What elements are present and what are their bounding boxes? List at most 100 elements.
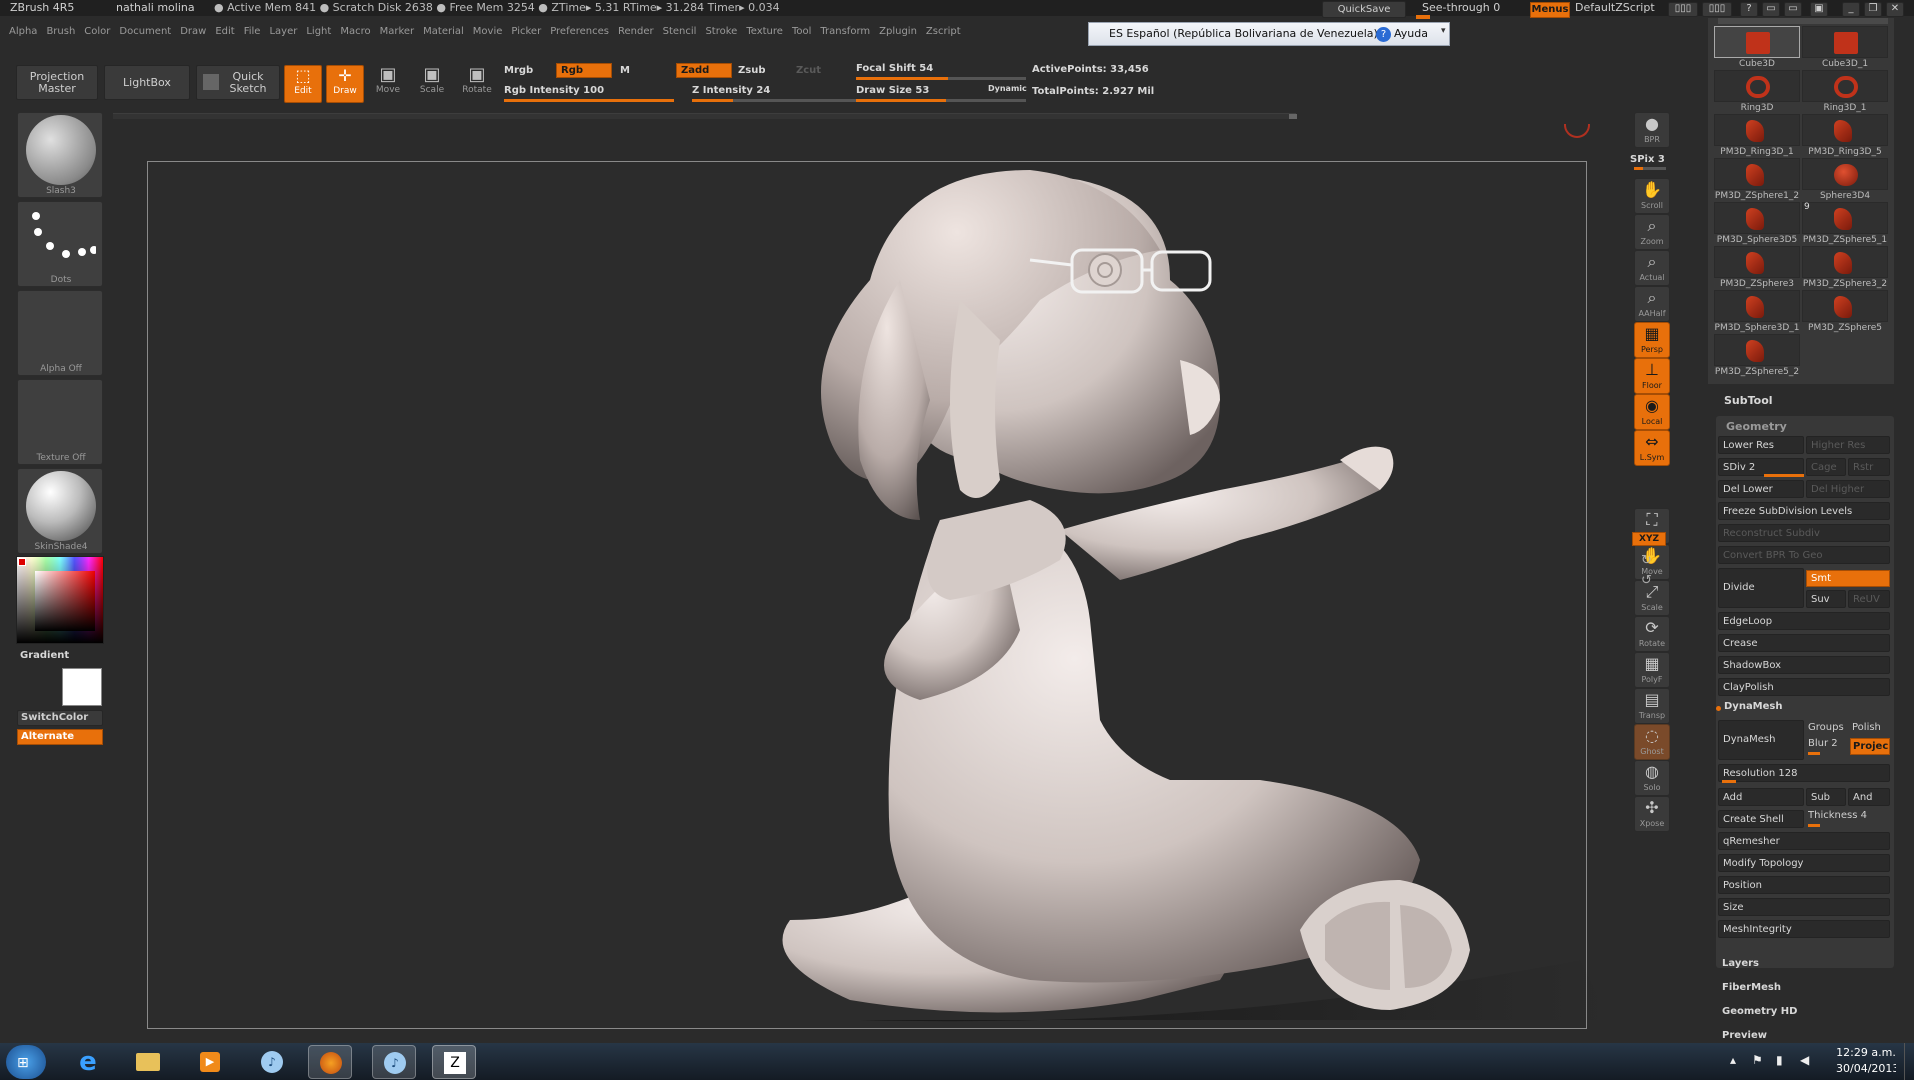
tool-thumb[interactable]: Ring3D: [1714, 70, 1800, 114]
dynamesh-header[interactable]: DynaMesh: [1724, 701, 1783, 712]
del-higher-button[interactable]: Del Higher: [1806, 480, 1890, 498]
position-button[interactable]: Position: [1718, 876, 1890, 894]
color-cursor-icon[interactable]: [18, 558, 26, 566]
tray-network-icon[interactable]: ▮: [1776, 1053, 1783, 1067]
options-icon[interactable]: ▾: [1441, 26, 1446, 36]
add-button[interactable]: Add: [1718, 788, 1804, 806]
minimize-icon[interactable]: _: [1842, 2, 1860, 17]
crease-button[interactable]: Crease: [1718, 634, 1890, 652]
quick-sketch-button[interactable]: Quick Sketch: [196, 65, 280, 100]
xyz-button[interactable]: XYZ: [1632, 532, 1666, 546]
tray-arrow-icon[interactable]: ▴: [1730, 1053, 1736, 1067]
polish-toggle[interactable]: Polish: [1852, 722, 1881, 733]
tool-thumb[interactable]: PM3D_Ring3D_5: [1802, 114, 1888, 158]
menu-document[interactable]: Document: [119, 26, 171, 37]
project-toggle[interactable]: Projec: [1850, 738, 1890, 755]
suv-toggle[interactable]: Suv: [1806, 590, 1846, 608]
rotate-button[interactable]: ▣ Rotate: [458, 65, 496, 103]
tool-thumb[interactable]: PM3D_ZSphere3: [1714, 246, 1800, 290]
secondary-color-swatch[interactable]: [62, 668, 102, 706]
tray-volume-icon[interactable]: ◀: [1800, 1053, 1809, 1067]
groups-toggle[interactable]: Groups: [1808, 722, 1844, 733]
scale-view-button[interactable]: ⤢ Scale: [1634, 580, 1670, 616]
language-bar[interactable]: ES Español (República Bolivariana de Ven…: [1088, 22, 1450, 46]
subtool-header[interactable]: SubTool: [1724, 394, 1773, 407]
alternate-button[interactable]: Alternate: [17, 729, 103, 745]
rotate-y-icon[interactable]: ↻: [1641, 553, 1652, 568]
menu-layer[interactable]: Layer: [269, 26, 297, 37]
zcut-button[interactable]: Zcut: [796, 65, 821, 76]
divide-button[interactable]: Divide: [1718, 568, 1804, 608]
tool-thumb[interactable]: PM3D_ZSphere5_2: [1714, 334, 1800, 378]
tool-thumb[interactable]: PM3D_Sphere3D5: [1714, 202, 1800, 246]
tool-thumb[interactable]: PM3D_ZSphere5: [1802, 290, 1888, 334]
aahalf-button[interactable]: ⌕ AAHalf: [1634, 286, 1670, 322]
internet-explorer-icon[interactable]: e: [66, 1045, 110, 1079]
zbrush-taskbar-icon[interactable]: Z: [432, 1045, 476, 1079]
menu-toggle-icon[interactable]: ▯▯▯: [1668, 2, 1698, 17]
menu-marker[interactable]: Marker: [380, 26, 415, 37]
spix-setting[interactable]: SPix 3: [1630, 154, 1665, 165]
bpr-button[interactable]: ● BPR: [1634, 112, 1670, 148]
tool-thumb[interactable]: Sphere3D4: [1802, 158, 1888, 202]
preview-header[interactable]: Preview: [1722, 1030, 1767, 1041]
menu-tool[interactable]: Tool: [792, 26, 811, 37]
modify-topology-button[interactable]: Modify Topology: [1718, 854, 1890, 872]
actual-button[interactable]: ⌕ Actual: [1634, 250, 1670, 286]
brush-selector[interactable]: Slash3: [17, 112, 103, 198]
rstr-button[interactable]: Rstr: [1848, 458, 1890, 476]
menu-zplugin[interactable]: Zplugin: [879, 26, 917, 37]
explorer-icon[interactable]: [126, 1045, 170, 1079]
canvas-scrollbar[interactable]: [113, 113, 1297, 119]
freeze-subdivision-button[interactable]: Freeze SubDivision Levels: [1718, 502, 1890, 520]
zsub-button[interactable]: Zsub: [738, 65, 765, 76]
help-icon[interactable]: ?: [1740, 2, 1758, 17]
tool-thumb[interactable]: PM3D_ZSphere3_2: [1802, 246, 1888, 290]
size-button[interactable]: Size: [1718, 898, 1890, 916]
menu-brush[interactable]: Brush: [46, 26, 75, 37]
media-player-icon[interactable]: ▶: [188, 1045, 232, 1079]
color-picker[interactable]: [16, 556, 104, 644]
reuv-button[interactable]: ReUV: [1848, 590, 1890, 608]
menus-button[interactable]: Menus: [1530, 2, 1570, 18]
higher-res-button[interactable]: Higher Res: [1806, 436, 1890, 454]
gradient-label[interactable]: Gradient: [20, 650, 69, 661]
start-button[interactable]: ⊞: [6, 1045, 46, 1079]
layout-icon[interactable]: ▭: [1784, 2, 1802, 17]
scroll-handle[interactable]: [1289, 114, 1297, 119]
ghost-button[interactable]: ◌ Ghost: [1634, 724, 1670, 760]
thickness-slider[interactable]: Thickness 4: [1808, 810, 1867, 821]
lsym-button[interactable]: ⇔ L.Sym: [1634, 430, 1670, 466]
clock-time[interactable]: 12:29 a.m.: [1836, 1046, 1896, 1059]
sculpt-model[interactable]: [700, 160, 1600, 1040]
focal-shift-slider[interactable]: [856, 77, 1026, 80]
mrgb-button[interactable]: Mrgb: [504, 65, 533, 76]
firefox-icon[interactable]: [308, 1045, 352, 1079]
rotate-z-icon[interactable]: ↺: [1641, 573, 1652, 588]
rotate-view-button[interactable]: ⟳ Rotate: [1634, 616, 1670, 652]
see-through-knob[interactable]: [1416, 15, 1430, 19]
menu-stencil[interactable]: Stencil: [663, 26, 697, 37]
lock-icon[interactable]: ▣: [1810, 2, 1828, 17]
scale-button[interactable]: ▣ Scale: [413, 65, 451, 103]
tool-thumb[interactable]: Cube3D: [1714, 26, 1800, 70]
itunes-running-icon[interactable]: ♪: [372, 1045, 416, 1079]
reconstruct-subdiv-button[interactable]: Reconstruct Subdiv: [1718, 524, 1890, 542]
zadd-button[interactable]: Zadd: [676, 63, 732, 78]
default-zscript[interactable]: DefaultZScript: [1575, 0, 1655, 16]
create-shell-button[interactable]: Create Shell: [1718, 810, 1804, 828]
layout-icon[interactable]: ▭: [1762, 2, 1780, 17]
local-button[interactable]: ◉ Local: [1634, 394, 1670, 430]
alpha-selector[interactable]: Alpha Off: [17, 290, 103, 376]
clock-date[interactable]: 30/04/2013: [1836, 1062, 1896, 1075]
menu-texture[interactable]: Texture: [746, 26, 783, 37]
del-lower-button[interactable]: Del Lower: [1718, 480, 1804, 498]
dynamesh-button[interactable]: DynaMesh: [1718, 720, 1804, 760]
claypolish-button[interactable]: ClayPolish: [1718, 678, 1890, 696]
meshintegrity-button[interactable]: MeshIntegrity: [1718, 920, 1890, 938]
menu-movie[interactable]: Movie: [473, 26, 503, 37]
cage-button[interactable]: Cage: [1806, 458, 1846, 476]
texture-selector[interactable]: Texture Off: [17, 379, 103, 465]
m-button[interactable]: M: [620, 65, 630, 76]
menu-render[interactable]: Render: [618, 26, 654, 37]
